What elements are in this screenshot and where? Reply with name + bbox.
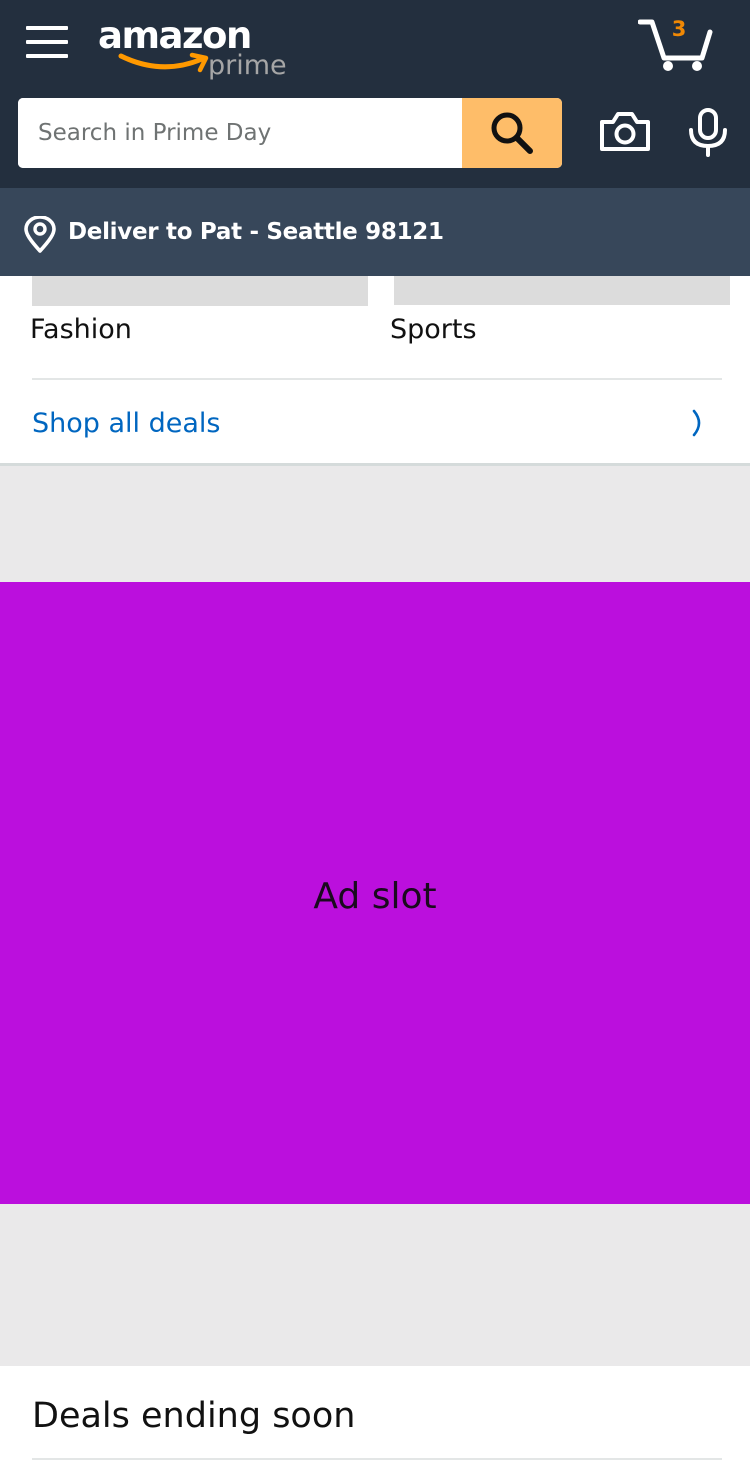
shop-all-deals-link[interactable]: Shop all deals <box>0 380 750 464</box>
camera-icon[interactable] <box>598 110 652 154</box>
deal-categories-card: Fashion Sports Shop all deals <box>0 276 750 466</box>
category-tile-image[interactable] <box>32 276 368 306</box>
search-button[interactable] <box>462 98 562 168</box>
section-title: Deals ending soon <box>32 1396 356 1436</box>
ad-slot[interactable]: Ad slot <box>0 582 750 1204</box>
cart-count-badge: 3 <box>671 17 687 41</box>
shop-all-deals-label[interactable]: Shop all deals <box>32 406 221 442</box>
hamburger-menu-icon[interactable] <box>26 22 70 62</box>
logo-smile-arrow-icon <box>118 52 209 73</box>
category-tile-image[interactable] <box>394 276 730 305</box>
amazon-prime-logo[interactable]: amazon prime <box>98 14 298 86</box>
category-label-fashion[interactable]: Fashion <box>30 312 132 348</box>
location-pin-icon <box>24 216 56 253</box>
cart-button[interactable]: 3 <box>638 14 714 74</box>
category-label-sports[interactable]: Sports <box>390 312 477 348</box>
microphone-icon[interactable] <box>686 108 730 158</box>
search-input[interactable] <box>18 98 462 168</box>
logo-prime-text: prime <box>208 50 287 81</box>
deals-ending-soon-section: Deals ending soon <box>0 1366 750 1460</box>
search-bar <box>18 98 562 168</box>
search-icon <box>491 112 533 154</box>
deliver-to-label[interactable]: Deliver to Pat - Seattle 98121 <box>68 214 444 250</box>
ad-slot-label: Ad slot <box>313 875 437 917</box>
top-nav-bar: amazon prime 3 <box>0 0 750 188</box>
chevron-right-icon[interactable] <box>690 408 706 438</box>
